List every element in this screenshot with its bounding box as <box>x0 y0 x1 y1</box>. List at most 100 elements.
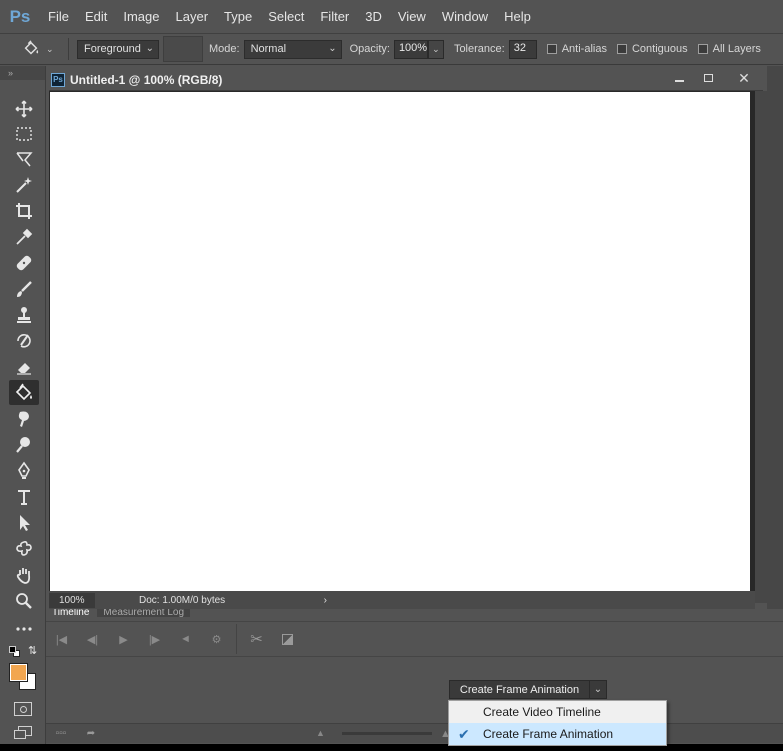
maximize-icon[interactable] <box>694 69 723 87</box>
stamp-icon <box>17 306 31 323</box>
settings-gear-icon[interactable]: ⚙ <box>201 627 232 651</box>
clone-stamp-tool[interactable] <box>9 302 39 327</box>
menu-select[interactable]: Select <box>260 0 312 33</box>
divider <box>68 38 69 60</box>
vertical-scrollbar[interactable] <box>755 91 767 603</box>
menu-filter[interactable]: Filter <box>312 0 357 33</box>
eraser-icon <box>17 362 31 375</box>
create-timeline-button-group: Create Frame Animation ⌄ <box>449 680 607 699</box>
smudge-tool[interactable] <box>9 406 39 431</box>
window-controls: ✕ <box>665 69 765 91</box>
checkbox-box[interactable] <box>546 44 557 54</box>
divider <box>236 624 237 654</box>
audio-icon[interactable]: ◄ <box>170 627 201 651</box>
transition-icon[interactable] <box>272 627 303 651</box>
pen-tool[interactable] <box>9 458 39 483</box>
eyedropper-icon <box>16 228 33 245</box>
menu-window[interactable]: Window <box>434 0 496 33</box>
collapse-panel-icon[interactable]: » <box>0 66 45 80</box>
next-frame-icon[interactable]: |▶ <box>139 627 170 651</box>
menu-item-create-video-timeline[interactable]: Create Video Timeline <box>449 701 666 723</box>
fill-source-value: Foreground <box>84 43 141 55</box>
menu-type[interactable]: Type <box>216 0 260 33</box>
more-tools[interactable] <box>9 616 39 641</box>
menu-view[interactable]: View <box>390 0 434 33</box>
history-brush-tool[interactable] <box>9 328 39 353</box>
contiguous-checkbox[interactable]: Contiguous <box>616 43 688 55</box>
zoom-icon <box>16 592 32 609</box>
eyedropper-tool[interactable] <box>9 224 39 249</box>
tool-preset-picker[interactable]: ⌄ <box>0 34 66 64</box>
checkbox-box[interactable] <box>616 44 627 54</box>
play-icon[interactable]: ▶ <box>108 627 139 651</box>
first-frame-icon[interactable]: |◀ <box>46 627 77 651</box>
hand-tool[interactable] <box>9 562 39 587</box>
canvas[interactable] <box>50 92 750 591</box>
previous-frame-icon[interactable]: ◀| <box>77 627 108 651</box>
quick-mask-icon[interactable] <box>14 702 32 716</box>
history-brush-icon <box>17 333 31 348</box>
split-scissors-icon[interactable]: ✂ <box>241 627 272 651</box>
menu-edit[interactable]: Edit <box>77 0 115 33</box>
menu-item-create-frame-animation[interactable]: ✔ Create Frame Animation <box>449 723 666 745</box>
close-icon[interactable]: ✕ <box>723 69 765 87</box>
menu-help[interactable]: Help <box>496 0 539 33</box>
screen-mode-icon[interactable] <box>14 726 32 740</box>
lasso-tool[interactable] <box>9 146 39 171</box>
swap-colors-icon[interactable]: ⇅ <box>28 644 37 657</box>
crop-tool[interactable] <box>9 198 39 223</box>
menu-3d[interactable]: 3D <box>357 0 390 33</box>
more-tools-icon <box>16 626 32 631</box>
zoom-level-field[interactable]: 100% <box>49 592 95 608</box>
opacity-dropdown[interactable]: ⌄ <box>427 39 444 59</box>
convert-to-frames-icon[interactable]: ▫▫▫ <box>46 726 76 742</box>
render-video-icon[interactable]: ➦ <box>76 726 106 742</box>
tab-timeline[interactable]: Timeline <box>46 609 96 617</box>
all-layers-checkbox[interactable]: All Layers <box>697 43 761 55</box>
chevron-down-icon[interactable]: ⌄ <box>590 680 607 699</box>
paint-bucket-tool[interactable] <box>9 380 39 405</box>
magic-wand-tool[interactable] <box>9 172 39 197</box>
paint-bucket-icon <box>24 40 39 55</box>
path-selection-tool[interactable] <box>9 510 39 535</box>
status-bar: 100% Doc: 1.00M/0 bytes › <box>49 591 755 609</box>
healing-tool[interactable] <box>9 250 39 275</box>
document-title: Untitled-1 @ 100% (RGB/8) <box>70 72 223 87</box>
default-colors-icon[interactable] <box>9 646 21 658</box>
move-tool[interactable] <box>9 96 39 121</box>
chevron-right-icon: › <box>323 594 327 606</box>
minimize-icon[interactable] <box>665 69 694 87</box>
dodge-tool[interactable] <box>9 432 39 457</box>
foreground-color-swatch[interactable] <box>9 663 28 682</box>
mode-select[interactable]: Normal ⌄ <box>243 39 342 59</box>
timeline-footer: ▫▫▫ ➦ ▲ ▲ <box>46 723 783 743</box>
zoom-tool[interactable] <box>9 588 39 613</box>
antialias-label: Anti-alias <box>561 43 607 55</box>
document-info[interactable]: Doc: 1.00M/0 bytes › <box>139 595 327 606</box>
zoom-out-icon[interactable]: ▲ <box>316 728 325 738</box>
menu-image[interactable]: Image <box>115 0 167 33</box>
type-icon <box>18 489 30 505</box>
timeline-panel: Timeline Measurement Log |◀ ◀| ▶ |▶ ◄ ⚙ … <box>46 609 783 751</box>
menu-file[interactable]: File <box>40 0 77 33</box>
checkbox-box[interactable] <box>697 44 708 54</box>
panel-scrollbar[interactable] <box>767 66 783 609</box>
tab-measurement-log[interactable]: Measurement Log <box>97 609 191 617</box>
eraser-tool[interactable] <box>9 354 39 379</box>
opacity-input[interactable]: 100% <box>393 39 428 59</box>
create-frame-animation-button[interactable]: Create Frame Animation <box>449 680 590 699</box>
chevron-down-icon: ⌄ <box>328 42 337 54</box>
type-tool[interactable] <box>9 484 39 509</box>
pattern-picker[interactable] <box>163 36 203 62</box>
custom-shape-tool[interactable] <box>9 536 39 561</box>
document-tab[interactable]: Ps Untitled-1 @ 100% (RGB/8) ✕ <box>49 69 763 91</box>
marquee-tool[interactable] <box>9 121 39 146</box>
menu-layer[interactable]: Layer <box>168 0 217 33</box>
brush-tool[interactable] <box>9 276 39 301</box>
hand-icon <box>16 567 31 584</box>
antialias-checkbox[interactable]: Anti-alias <box>546 43 607 55</box>
fill-source-select[interactable]: Foreground ⌄ <box>77 39 159 59</box>
timeline-zoom-slider[interactable] <box>342 732 432 735</box>
tolerance-input[interactable]: 32 <box>508 39 537 59</box>
paint-bucket-icon <box>15 383 32 400</box>
